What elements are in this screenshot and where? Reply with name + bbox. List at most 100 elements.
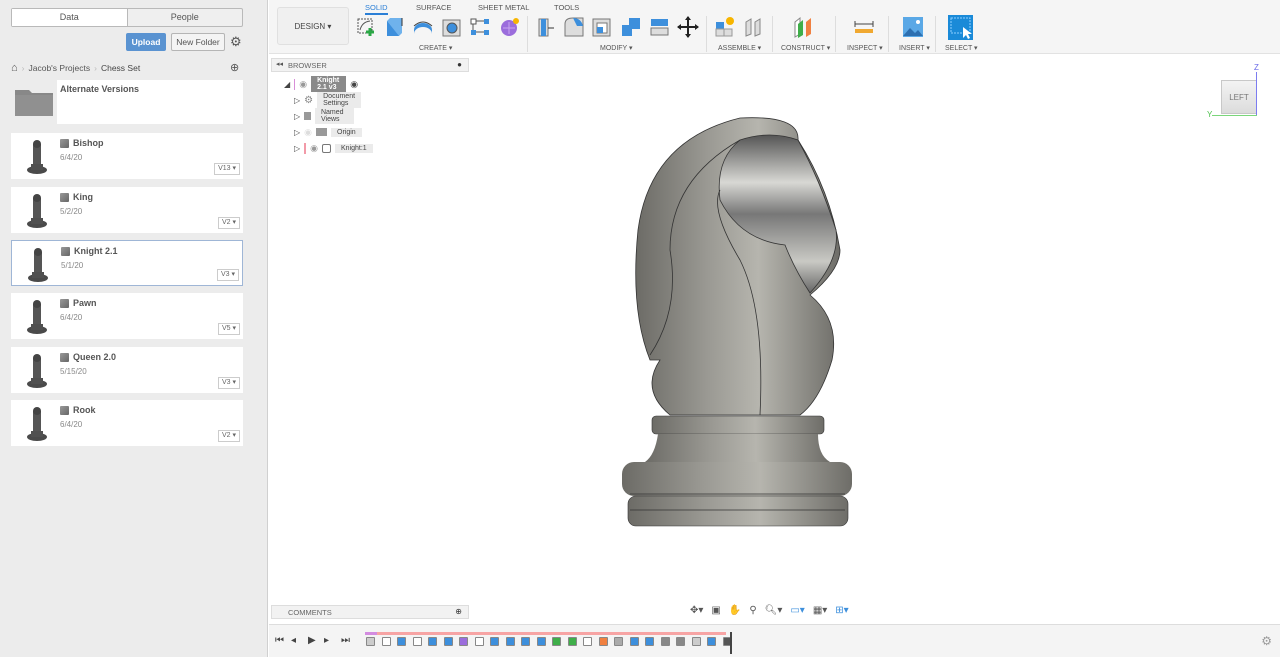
timeline-feature-icon[interactable] — [459, 637, 468, 646]
step-forward-icon[interactable]: ▸ — [324, 635, 329, 646]
file-name[interactable]: Queen 2.0 — [60, 352, 116, 362]
timeline-feature-icon[interactable] — [660, 637, 670, 646]
knight-model[interactable] — [600, 110, 870, 540]
expand-triangle-icon[interactable]: ▷ — [294, 128, 300, 137]
workspace-switcher[interactable]: DESIGN ▾ — [277, 7, 349, 45]
grid-settings-icon[interactable]: ▦▾ — [813, 605, 827, 616]
go-to-start-icon[interactable]: ⏮ — [275, 635, 284, 646]
add-comment-icon[interactable]: ⊕ — [455, 607, 462, 616]
collapse-icon[interactable]: ◂◂ — [276, 60, 283, 68]
file-name[interactable]: Pawn — [60, 298, 97, 308]
timeline-feature-icon[interactable] — [614, 637, 623, 646]
combine-icon[interactable] — [620, 16, 642, 38]
timeline-feature-icon[interactable] — [412, 637, 422, 646]
file-name[interactable]: King — [60, 192, 93, 202]
select-icon[interactable] — [948, 15, 973, 40]
group-construct[interactable]: CONSTRUCT ▾ — [781, 44, 830, 52]
tab-data[interactable]: Data — [12, 9, 128, 26]
eye-hidden-icon[interactable]: ◉ — [304, 127, 312, 138]
version-dropdown[interactable]: V3 ▾ — [217, 377, 240, 389]
group-insert[interactable]: INSERT ▾ — [899, 44, 930, 52]
timeline-feature-icon[interactable] — [428, 637, 437, 646]
timeline-settings-icon[interactable]: ⚙ — [1261, 634, 1272, 648]
version-dropdown[interactable]: V2 ▾ — [217, 430, 240, 442]
file-card[interactable]: Knight 2.1 5/1/20 V3 ▾ — [11, 240, 243, 286]
timeline-feature-icon[interactable] — [629, 637, 639, 646]
shell-icon[interactable] — [591, 16, 613, 38]
pan-icon[interactable]: ✋ — [729, 605, 741, 616]
timeline-feature-icon[interactable] — [707, 637, 716, 646]
file-name[interactable]: Bishop — [60, 138, 104, 148]
timeline-feature-icon[interactable] — [381, 637, 391, 646]
tree-item-document-settings[interactable]: ▷ ⚙ Document Settings — [294, 92, 362, 108]
file-card[interactable]: Pawn 6/4/20 V5 ▾ — [11, 293, 243, 339]
file-card[interactable]: Queen 2.0 5/15/20 V3 ▾ — [11, 347, 243, 393]
zoom-icon[interactable]: ⚲ — [749, 605, 756, 616]
file-card[interactable]: Rook 6/4/20 V2 ▾ — [11, 400, 243, 446]
upload-button[interactable]: Upload — [126, 33, 166, 51]
create-form-icon[interactable] — [498, 16, 520, 38]
eye-icon[interactable]: ◉ — [310, 143, 318, 154]
go-to-end-icon[interactable]: ⏭ — [341, 635, 350, 646]
press-pull-icon[interactable] — [535, 16, 557, 38]
new-component-icon[interactable] — [714, 16, 736, 38]
timeline-feature-icon[interactable] — [474, 637, 484, 646]
joint-icon[interactable] — [743, 16, 765, 38]
viewports-icon[interactable]: ⊞▾ — [835, 605, 848, 616]
step-back-icon[interactable]: ◂ — [291, 635, 296, 646]
tab-sheet-metal[interactable]: SHEET METAL — [478, 3, 529, 12]
offset-plane-icon[interactable] — [792, 16, 814, 38]
tab-solid[interactable]: SOLID — [365, 3, 388, 15]
eye-icon[interactable]: ◉ — [299, 79, 307, 90]
move-icon[interactable] — [677, 16, 699, 38]
tree-item-component[interactable]: ▷ ◉ Knight:1 — [294, 142, 373, 154]
expand-triangle-icon[interactable]: ▷ — [294, 96, 300, 105]
timeline-feature-icon[interactable] — [536, 637, 546, 646]
file-name[interactable]: Knight 2.1 — [61, 246, 118, 256]
folder-card[interactable]: Alternate Versions — [57, 80, 243, 124]
extrude-icon[interactable] — [383, 16, 405, 38]
timeline-feature-icon[interactable] — [583, 637, 592, 646]
comments-panel[interactable]: COMMENTS ⊕ — [271, 605, 469, 619]
tree-item-named-views[interactable]: ▷ Named Views — [294, 108, 354, 124]
timeline-feature-icon[interactable] — [645, 637, 654, 646]
fillet-icon[interactable] — [563, 16, 585, 38]
activate-radio-icon[interactable]: ◉ — [350, 79, 358, 90]
expand-triangle-icon[interactable]: ▷ — [294, 112, 300, 121]
measure-icon[interactable] — [853, 16, 875, 38]
timeline-feature-icon[interactable] — [598, 637, 608, 646]
timeline-feature-icon[interactable] — [490, 637, 499, 646]
sync-icon[interactable]: ⊕ — [230, 61, 239, 74]
tab-people[interactable]: People — [128, 9, 243, 26]
collapse-triangle-icon[interactable]: ◢ — [284, 80, 290, 89]
group-create[interactable]: CREATE ▾ — [419, 44, 452, 52]
display-settings-icon[interactable]: ▭▾ — [790, 605, 804, 616]
gear-icon[interactable]: ⚙ — [230, 34, 242, 50]
revolve-icon[interactable] — [412, 16, 434, 38]
file-card[interactable]: Bishop 6/4/20 V13 ▾ — [11, 133, 243, 179]
timeline-feature-icon[interactable] — [366, 637, 375, 646]
version-dropdown[interactable]: V2 ▾ — [217, 217, 240, 229]
orbit-icon[interactable]: ✥▾ — [690, 605, 703, 616]
zoom-window-icon[interactable]: 🔍︎▾ — [765, 605, 783, 616]
timeline-feature-icon[interactable] — [505, 637, 515, 646]
create-sketch-icon[interactable] — [356, 16, 378, 38]
tree-root[interactable]: ◢ ◉ Knight 2.1 v3 ◉ — [284, 76, 358, 92]
split-body-icon[interactable] — [649, 16, 671, 38]
file-name[interactable]: Rook — [60, 405, 96, 415]
look-at-icon[interactable]: ▣ — [711, 605, 720, 616]
viewcube[interactable]: LEFT — [1221, 80, 1257, 114]
root-document[interactable]: Knight 2.1 v3 — [311, 76, 347, 92]
timeline-feature-icon[interactable] — [443, 637, 453, 646]
insert-image-icon[interactable] — [902, 16, 924, 38]
group-select[interactable]: SELECT ▾ — [945, 44, 978, 52]
play-icon[interactable]: ▶ — [308, 635, 316, 646]
tab-surface[interactable]: SURFACE — [416, 3, 451, 12]
breadcrumb-item[interactable]: Jacob's Projects — [29, 63, 91, 73]
tree-item-origin[interactable]: ▷ ◉ Origin — [294, 126, 362, 138]
timeline-marker[interactable] — [730, 632, 732, 654]
group-assemble[interactable]: ASSEMBLE ▾ — [718, 44, 761, 52]
timeline-feature-icon[interactable] — [676, 637, 685, 646]
home-icon[interactable]: ⌂ — [11, 62, 18, 74]
version-dropdown[interactable]: V3 ▾ — [216, 269, 239, 281]
